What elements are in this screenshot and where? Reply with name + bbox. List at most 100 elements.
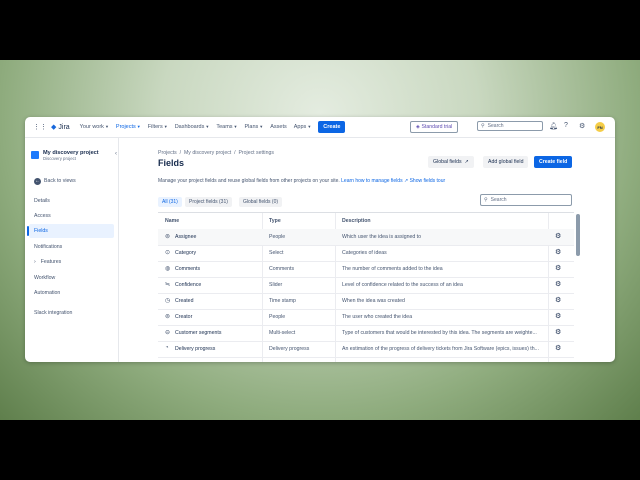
- app-switcher-icon[interactable]: ⋮⋮: [33, 123, 47, 131]
- project-header[interactable]: My discovery project Discovery project: [31, 150, 99, 161]
- standard-trial-button[interactable]: ◈ Standard trial: [410, 121, 459, 133]
- nav-teams[interactable]: Teams▼: [216, 124, 237, 130]
- create-field-button[interactable]: Create field: [534, 156, 573, 168]
- field-type: Slider: [269, 282, 283, 288]
- nav-apps[interactable]: Apps▼: [294, 124, 312, 130]
- project-sidebar: My discovery project Discovery project ‹…: [25, 138, 119, 362]
- settings-gear-icon[interactable]: ⚙: [555, 232, 561, 240]
- filter-all[interactable]: All (31): [158, 197, 182, 207]
- external-link-icon: ↗: [464, 159, 469, 165]
- nav-assets[interactable]: Assets: [270, 124, 287, 130]
- people-icon: ⊚: [165, 314, 171, 320]
- sidebar-item-details[interactable]: Details: [34, 198, 50, 204]
- collapse-sidebar-icon[interactable]: ‹: [115, 151, 117, 157]
- nav-your-work[interactable]: Your work▼: [80, 124, 109, 130]
- slider-icon: ≒: [165, 282, 171, 288]
- field-description: The number of comments added to the idea: [342, 266, 443, 272]
- trial-label: Standard trial: [421, 124, 453, 130]
- top-search-input[interactable]: ⚲ Search: [477, 121, 543, 131]
- fields-search-placeholder: Search: [490, 197, 507, 203]
- nav-dashboards[interactable]: Dashboards▼: [175, 124, 210, 130]
- column-header-type[interactable]: Type: [269, 218, 281, 224]
- active-item-indicator: [27, 226, 29, 236]
- sidebar-item-features[interactable]: › Features: [34, 259, 61, 265]
- settings-gear-icon[interactable]: ⚙: [555, 280, 561, 288]
- breadcrumb-projects[interactable]: Projects: [158, 150, 177, 156]
- breadcrumb: Projects / My discovery project / Projec…: [158, 150, 274, 156]
- project-avatar-icon: [31, 151, 39, 159]
- field-type: People: [269, 234, 286, 240]
- back-label: Back to views: [44, 178, 76, 184]
- main-content: Projects / My discovery project / Projec…: [158, 138, 615, 362]
- chevron-down-icon: ▼: [259, 124, 264, 129]
- help-icon[interactable]: ?: [564, 122, 568, 129]
- table-row[interactable]: ◍ Comments Comments The number of commen…: [158, 261, 574, 278]
- nav-plans[interactable]: Plans▼: [245, 124, 264, 130]
- multiselect-icon: ⊖: [165, 330, 171, 336]
- fields-tour-link[interactable]: Show fields tour: [410, 178, 446, 184]
- filter-global-fields[interactable]: Global fields (0): [239, 197, 283, 207]
- chevron-down-icon: ▼: [104, 124, 109, 129]
- nav-projects-label: Projects: [115, 124, 136, 130]
- table-row[interactable]: ◔ Delivery progress Delivery progress An…: [158, 341, 574, 358]
- column-header-description[interactable]: Description: [342, 218, 371, 224]
- sidebar-item-automation[interactable]: Automation: [34, 290, 60, 296]
- sidebar-item-fields[interactable]: Fields: [34, 228, 48, 234]
- sidebar-item-workflow[interactable]: Workflow: [34, 275, 55, 281]
- fields-search-input[interactable]: ⚲ Search: [480, 194, 572, 206]
- nav-your-work-label: Your work: [79, 124, 104, 130]
- field-type: People: [269, 314, 286, 320]
- search-icon: ⚲: [484, 197, 488, 203]
- breadcrumb-settings[interactable]: Project settings: [238, 150, 273, 156]
- chevron-down-icon: ▼: [136, 124, 141, 129]
- settings-gear-icon[interactable]: ⚙: [555, 248, 561, 256]
- settings-gear-icon[interactable]: ⚙: [579, 122, 585, 130]
- filter-project-fields[interactable]: Project fields (31): [185, 197, 232, 207]
- settings-gear-icon[interactable]: ⚙: [555, 264, 561, 272]
- project-type: Discovery project: [43, 156, 76, 161]
- table-row[interactable]: ⊖ Customer segments Multi-select Type of…: [158, 325, 574, 342]
- breadcrumb-project[interactable]: My discovery project: [184, 150, 231, 156]
- settings-gear-icon[interactable]: ⚙: [555, 328, 561, 336]
- description-text: Manage your project fields and reuse glo…: [158, 178, 340, 184]
- table-row[interactable]: ⊙ Category Select Categories of ideas ⚙: [158, 245, 574, 262]
- back-arrow-icon: ←: [34, 178, 41, 185]
- table-row[interactable]: ≒ Confidence Slider Level of confidence …: [158, 277, 574, 294]
- field-description: When the idea was created: [342, 298, 405, 304]
- global-fields-button[interactable]: Global fields ↗: [428, 156, 474, 168]
- settings-gear-icon[interactable]: ⚙: [555, 296, 561, 304]
- settings-gear-icon[interactable]: ⚙: [555, 344, 561, 352]
- notifications-icon[interactable]: 🔔︎: [549, 122, 558, 130]
- clock-icon: ◷: [165, 298, 171, 304]
- column-header-name[interactable]: Name: [165, 218, 179, 224]
- field-name: Delivery progress: [175, 346, 216, 352]
- sidebar-item-access[interactable]: Access: [34, 213, 51, 219]
- browser-window: ⋮⋮ ◆ Jira Your work▼ Projects▼ Filters▼ …: [25, 117, 615, 362]
- nav-projects[interactable]: Projects▼: [116, 124, 141, 130]
- nav-dashboards-label: Dashboards: [174, 124, 205, 130]
- back-to-views-link[interactable]: ← Back to views: [34, 178, 76, 185]
- user-avatar[interactable]: FN: [595, 122, 605, 132]
- sidebar-item-notifications[interactable]: Notifications: [34, 244, 62, 250]
- field-name: Confidence: [175, 282, 202, 288]
- learn-link[interactable]: Learn how to manage fields: [341, 178, 402, 184]
- nav-filters[interactable]: Filters▼: [148, 124, 168, 130]
- add-global-field-button[interactable]: Add global field: [483, 156, 529, 168]
- global-fields-label: Global fields: [433, 159, 462, 165]
- table-header: Name Type Description: [158, 213, 574, 230]
- field-name: Customer segments: [175, 330, 222, 336]
- table-row[interactable]: ⊚ Assignee People Which user the idea is…: [158, 229, 574, 246]
- table-row[interactable]: ◷ Created Time stamp When the idea was c…: [158, 293, 574, 310]
- table-scrollbar[interactable]: [576, 214, 580, 256]
- sidebar-item-slack-integration[interactable]: Slack integration: [34, 310, 72, 316]
- select-icon: ⊙: [165, 250, 171, 256]
- field-description: Level of confidence related to the succe…: [342, 282, 463, 288]
- jira-logo-text[interactable]: Jira: [58, 124, 69, 131]
- settings-gear-icon[interactable]: ⚙: [555, 312, 561, 320]
- field-name: Creator: [175, 314, 193, 320]
- page-title: Fields: [158, 158, 185, 168]
- table-row[interactable]: ⊚ Creator People The user who created th…: [158, 309, 574, 326]
- create-button[interactable]: Create: [318, 121, 346, 133]
- jira-logo-icon[interactable]: ◆: [51, 123, 56, 131]
- field-description: Categories of ideas: [342, 250, 387, 256]
